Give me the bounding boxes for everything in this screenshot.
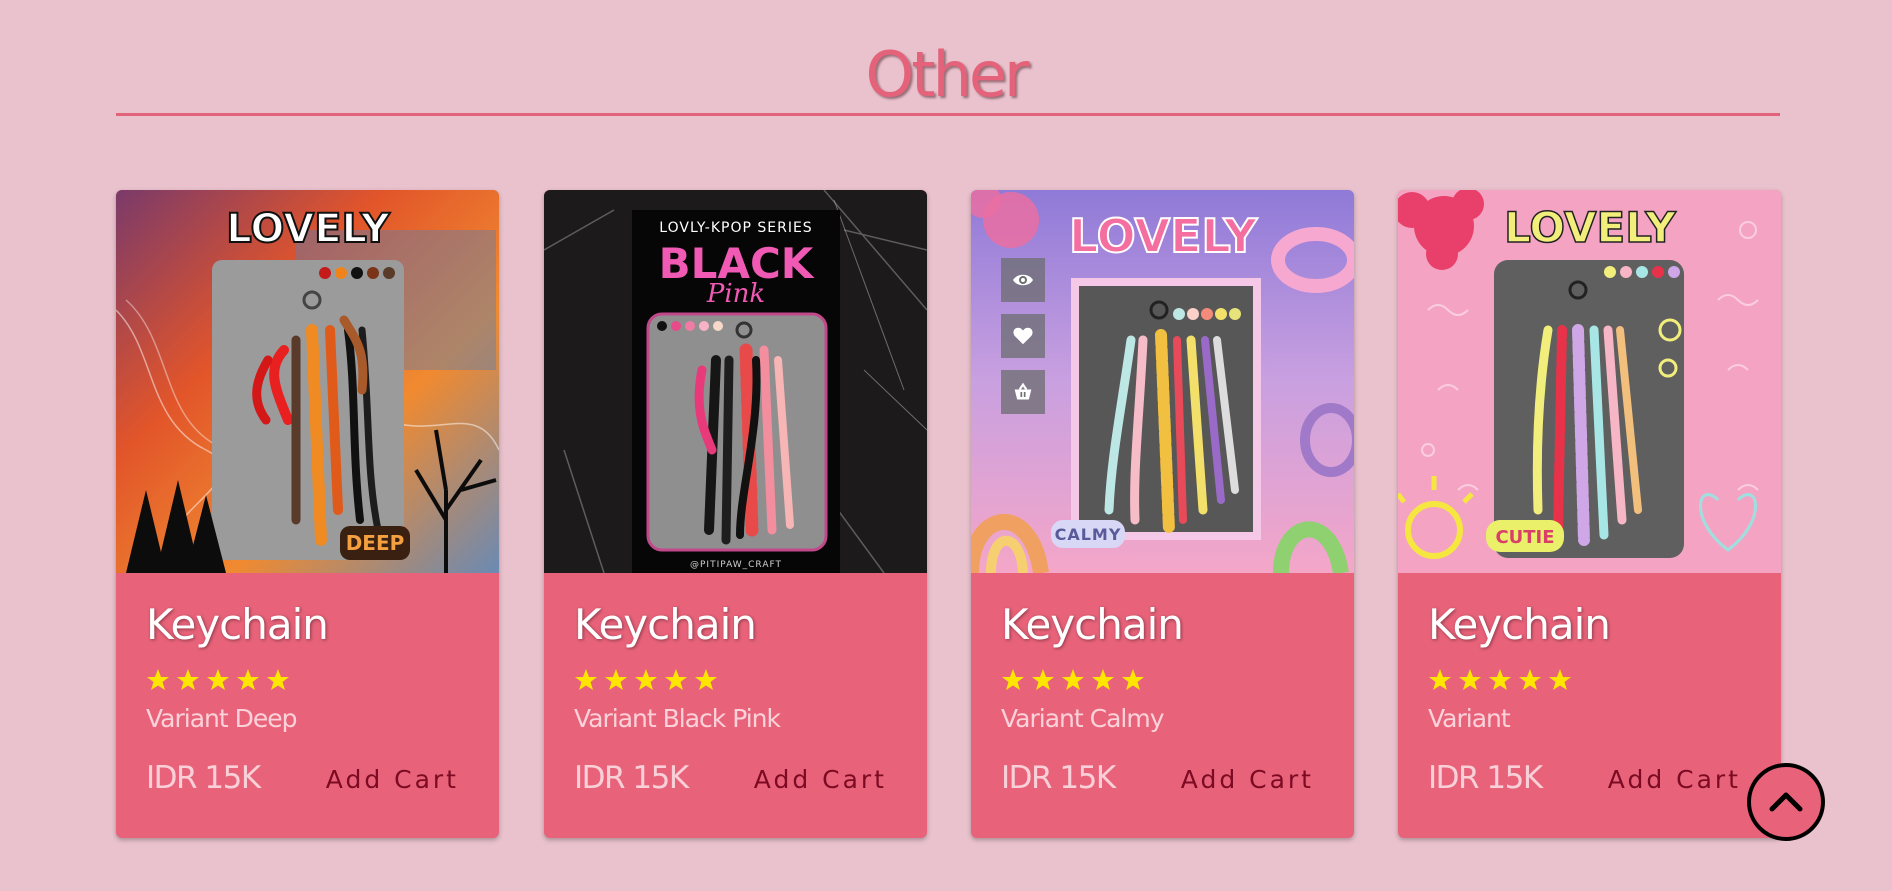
product-variant: Variant Deep <box>146 704 297 733</box>
product-price: IDR 15K <box>146 760 261 796</box>
product-card[interactable]: LOVLY-KPOP SERIES BLACK Pink @PITIPAW_CR… <box>544 190 927 838</box>
product-card[interactable]: LOVELY CUTIE Keychain Variant IDR 15K Ad… <box>1398 190 1781 838</box>
quick-add-button[interactable] <box>1001 370 1045 414</box>
product-image[interactable]: LOVLY-KPOP SERIES BLACK Pink @PITIPAW_CR… <box>544 190 927 573</box>
add-cart-button[interactable]: Add Cart <box>326 765 459 794</box>
star-icon <box>1549 669 1571 690</box>
color-palette <box>1173 308 1241 320</box>
section-title: Other <box>865 38 1029 111</box>
star-icon <box>575 669 597 690</box>
product-price: IDR 15K <box>1428 760 1543 796</box>
star-icon <box>177 669 199 690</box>
star-icon <box>1122 669 1144 690</box>
star-icon <box>147 669 169 690</box>
product-name: Keychain <box>146 600 329 649</box>
rating-stars <box>146 668 290 692</box>
add-cart-button[interactable]: Add Cart <box>1181 765 1314 794</box>
image-tag-text: DEEP <box>346 531 405 555</box>
star-icon <box>1062 669 1084 690</box>
star-icon <box>665 669 687 690</box>
star-icon <box>635 669 657 690</box>
image-tag-text: CALMY <box>1055 525 1122 544</box>
heart-icon <box>1013 327 1033 345</box>
product-image[interactable]: LOVELY DEEP <box>116 190 499 573</box>
star-icon <box>1429 669 1451 690</box>
image-brand-text: LOVELY <box>1069 209 1258 263</box>
quick-actions <box>1001 258 1045 414</box>
star-icon <box>1032 669 1054 690</box>
scroll-top-button[interactable] <box>1747 763 1825 841</box>
product-name: Keychain <box>574 600 757 649</box>
product-card[interactable]: LOVELY CALMY Keychain Variant Calmy IDR … <box>971 190 1354 838</box>
product-image[interactable]: LOVELY CUTIE <box>1398 190 1781 573</box>
quick-view-button[interactable] <box>1001 258 1045 302</box>
image-brand-text: LOVELY <box>226 206 391 252</box>
wishlist-button[interactable] <box>1001 314 1045 358</box>
add-cart-button[interactable]: Add Cart <box>1608 765 1741 794</box>
star-icon <box>207 669 229 690</box>
eye-icon <box>1013 274 1033 286</box>
product-name: Keychain <box>1001 600 1184 649</box>
star-icon <box>267 669 289 690</box>
star-icon <box>237 669 259 690</box>
star-icon <box>695 669 717 690</box>
image-tag-text: CUTIE <box>1495 527 1554 548</box>
product-name: Keychain <box>1428 600 1611 649</box>
star-icon <box>1519 669 1541 690</box>
image-series-text: LOVLY-KPOP SERIES <box>659 220 812 236</box>
image-credit-text: @PITIPAW_CRAFT <box>690 560 782 570</box>
product-price: IDR 15K <box>574 760 689 796</box>
chevron-up-icon <box>1769 792 1803 812</box>
image-brand-text: LOVELY <box>1504 203 1676 252</box>
add-cart-button[interactable]: Add Cart <box>754 765 887 794</box>
star-icon <box>1459 669 1481 690</box>
star-icon <box>1002 669 1024 690</box>
star-icon <box>605 669 627 690</box>
rating-stars <box>1001 668 1145 692</box>
product-variant: Variant Calmy <box>1001 704 1164 733</box>
product-variant: Variant <box>1428 704 1511 733</box>
star-icon <box>1489 669 1511 690</box>
image-script-text: Pink <box>706 279 765 309</box>
product-card[interactable]: LOVELY DEEP Keychain Variant Deep IDR 15… <box>116 190 499 838</box>
product-price: IDR 15K <box>1001 760 1116 796</box>
basket-icon <box>1014 382 1032 400</box>
product-variant: Variant Black Pink <box>574 704 781 733</box>
rating-stars <box>1428 668 1572 692</box>
star-icon <box>1092 669 1114 690</box>
title-divider <box>116 113 1780 116</box>
rating-stars <box>574 668 718 692</box>
